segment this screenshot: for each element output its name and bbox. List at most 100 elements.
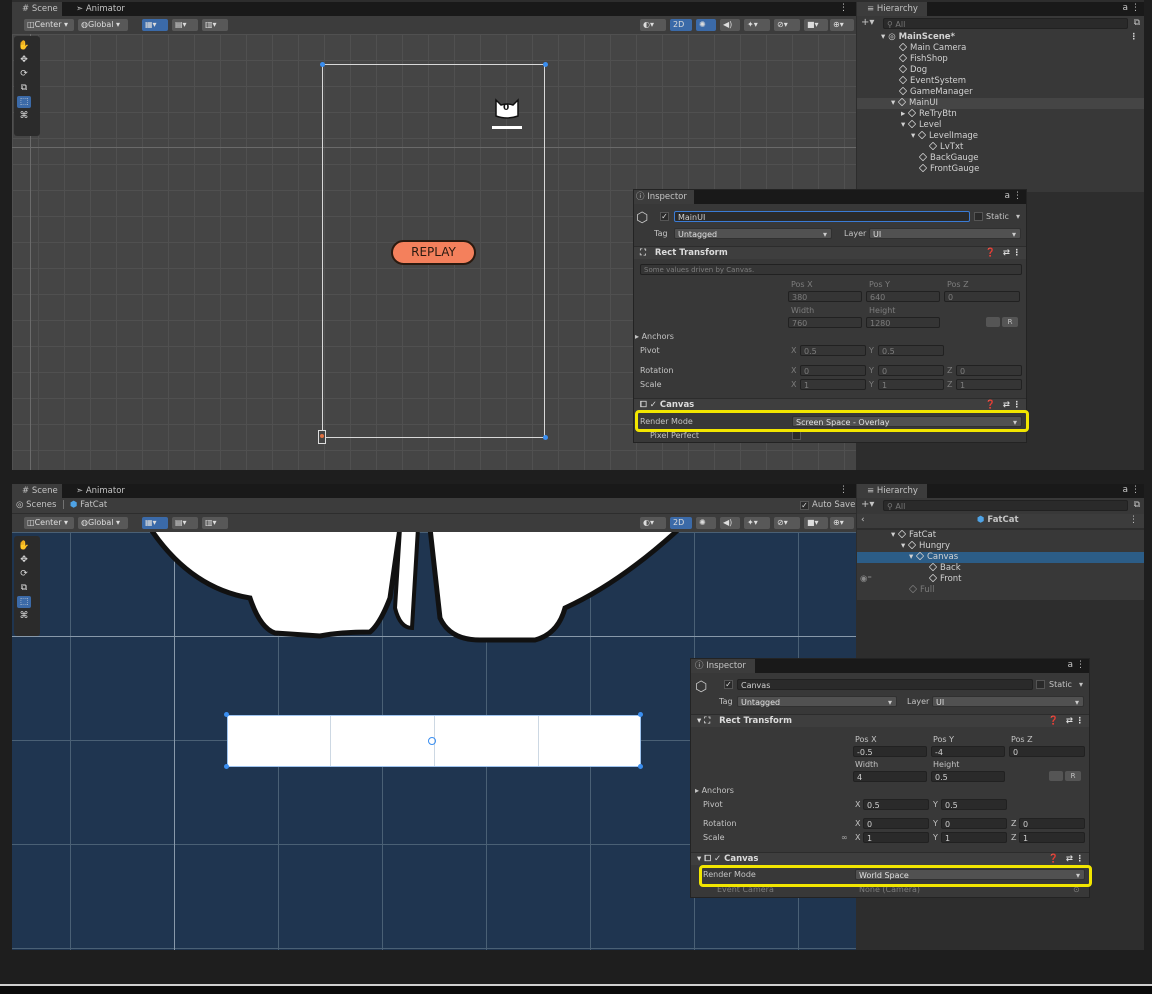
breadcrumb-prefab[interactable]: ⬢ FatCat (70, 500, 107, 510)
inspector-lock-icon[interactable]: a (1004, 191, 1010, 201)
prefab-menu-icon[interactable]: ⋮ (1129, 515, 1138, 525)
gizmos-button[interactable]: ⊕▾ (830, 517, 854, 529)
pivot-center-dropdown[interactable]: ◫Center ▾ (24, 19, 74, 31)
rect-tool-icon[interactable]: ⬚ (17, 96, 31, 108)
transform-tool-icon[interactable]: ⌘ (17, 610, 31, 622)
pivot-y-field[interactable]: 0.5 (941, 799, 1007, 810)
tab-animator[interactable]: ➣ Animator (66, 484, 136, 498)
inspector-menu-icon[interactable]: ⋮ (1076, 660, 1085, 670)
rot-x-field[interactable]: 0 (863, 818, 929, 829)
toggle-2d-button[interactable]: 2D (670, 19, 692, 31)
anchors-foldout[interactable]: ▸ Anchors (635, 332, 674, 341)
gizmos-button[interactable]: ⊕▾ (830, 19, 854, 31)
rect-handle-tl[interactable] (320, 62, 325, 67)
hidden-objects-button[interactable]: ⊘▾ (774, 517, 800, 529)
tree-item-lvtxt[interactable]: LvTxt (857, 141, 1144, 153)
hidden-objects-button[interactable]: ⊘▾ (774, 19, 800, 31)
scale-y-field[interactable]: 1 (941, 832, 1007, 843)
breadcrumb-scenes[interactable]: ◎ Scenes (16, 500, 56, 510)
rect-handle-tr[interactable] (543, 62, 548, 67)
effects-button[interactable]: ✦▾ (744, 19, 770, 31)
camera-button[interactable]: ■▾ (804, 517, 828, 529)
tree-item-canvas[interactable]: ▾ Canvas (857, 551, 1144, 563)
scene-menu-icon[interactable]: ⋮ (1130, 32, 1139, 43)
tree-item-main-camera[interactable]: Main Camera (857, 42, 1144, 54)
anchors-foldout[interactable]: ▸ Anchors (695, 786, 734, 795)
static-dropdown-arrow[interactable]: ▾ (1016, 212, 1020, 221)
rotate-tool-icon[interactable]: ⟳ (17, 68, 31, 80)
tree-item-hungry[interactable]: ▾ Hungry (857, 540, 1144, 552)
rotate-tool-icon[interactable]: ⟳ (17, 568, 31, 580)
scene-tab-menu-icon[interactable]: ⋮ (839, 485, 848, 495)
scale-tool-icon[interactable]: ⧉ (17, 82, 31, 94)
draw-mode-button[interactable]: ▥▾ (202, 517, 228, 529)
blueprint-mode-button[interactable] (1049, 771, 1063, 781)
help-icon[interactable]: ❓ (1048, 715, 1059, 728)
presets-icon[interactable]: ⇄ (1066, 715, 1073, 728)
hierarchy-search-input[interactable]: ⚲ All (883, 18, 1128, 29)
lighting-toggle-button[interactable]: ✺ (696, 517, 716, 529)
move-tool-icon[interactable]: ✥ (17, 554, 31, 566)
tab-hierarchy[interactable]: ≡ Hierarchy (857, 484, 927, 498)
tab-scene[interactable]: # Scene (12, 484, 62, 498)
hierarchy-menu-icon[interactable]: ⋮ (1131, 485, 1140, 495)
tree-item-retrybtn[interactable]: ▸ ReTryBtn (857, 108, 1144, 120)
scale-x-field[interactable]: 1 (863, 832, 929, 843)
lighting-toggle-button[interactable]: ✺ (696, 19, 716, 31)
global-dropdown[interactable]: ◍Global ▾ (78, 517, 128, 529)
rect-tool-icon[interactable]: ⬚ (17, 596, 31, 608)
pixel-perfect-checkbox[interactable] (792, 431, 801, 440)
static-checkbox[interactable] (974, 212, 983, 221)
posx-field[interactable]: -0.5 (853, 746, 927, 757)
canvas-enabled-check[interactable]: ✓ (714, 854, 721, 864)
tag-dropdown[interactable]: Untagged (737, 696, 897, 708)
component-menu-icon[interactable]: ⋮ (1076, 715, 1085, 728)
width-field[interactable]: 4 (853, 771, 927, 782)
prefab-back-icon[interactable]: ‹ (861, 515, 865, 525)
tree-item-backgauge[interactable]: BackGauge (857, 152, 1144, 164)
tab-hierarchy[interactable]: ≡ Hierarchy (857, 2, 927, 16)
tree-item-eventsystem[interactable]: EventSystem (857, 75, 1144, 87)
effects-button[interactable]: ✦▾ (744, 517, 770, 529)
active-checkbox[interactable]: ✓ (724, 680, 733, 689)
constrain-proportions-icon[interactable]: ∞ (841, 833, 848, 842)
pivot-x-field[interactable]: 0.5 (863, 799, 929, 810)
transform-tool-icon[interactable]: ⌘ (17, 110, 31, 122)
rot-y-field[interactable]: 0 (941, 818, 1007, 829)
posy-field[interactable]: -4 (931, 746, 1005, 757)
rect-transform-header[interactable]: ▾ ⛶ Rect Transform ❓ ⇄ ⋮ (691, 714, 1089, 727)
rot-z-field[interactable]: 0 (1019, 818, 1085, 829)
raw-edit-button[interactable]: R (1002, 317, 1018, 327)
move-tool-icon[interactable]: ✥ (17, 54, 31, 66)
lock-icon[interactable]: a (1122, 485, 1128, 495)
inspector-lock-icon[interactable]: a (1067, 660, 1073, 670)
active-checkbox[interactable]: ✓ (660, 212, 669, 221)
lock-icon[interactable]: a (1122, 3, 1128, 13)
global-dropdown[interactable]: ◍Global ▾ (78, 19, 128, 31)
blueprint-mode-button[interactable] (986, 317, 1000, 327)
pivot-handle[interactable] (428, 737, 436, 745)
hierarchy-menu-icon[interactable]: ⋮ (1131, 3, 1140, 13)
pivot-center-dropdown[interactable]: ◫Center ▾ (24, 517, 74, 529)
tab-scene[interactable]: # Scene (12, 2, 62, 16)
inspector-menu-icon[interactable]: ⋮ (1013, 191, 1022, 201)
tab-animator[interactable]: ➣ Animator (66, 2, 136, 16)
rect-handle-bl[interactable] (224, 764, 229, 769)
tree-item-mainui[interactable]: ▾ MainUI (857, 97, 1144, 109)
tree-item-frontgauge[interactable]: FrontGauge (857, 163, 1144, 175)
rect-transform-header[interactable]: ⛶ Rect Transform ❓ ⇄ ⋮ (634, 246, 1026, 259)
object-name-field[interactable]: Canvas (737, 679, 1033, 690)
tree-item-fatcat[interactable]: ▾ FatCat (857, 529, 1144, 541)
replay-button[interactable]: REPLAY (391, 240, 476, 265)
layer-dropdown[interactable]: UI (932, 696, 1084, 708)
layer-dropdown[interactable]: UI (869, 228, 1021, 240)
toggle-2d-button[interactable]: 2D (670, 517, 692, 529)
object-name-field[interactable]: MainUI (674, 211, 970, 222)
shading-mode-button[interactable]: ◐▾ (640, 517, 666, 529)
canvas-component-header[interactable]: ▾ ⧠ ✓ Canvas ❓ ⇄ ⋮ (691, 852, 1089, 865)
grid-snap-button[interactable]: ▦▾ (142, 517, 168, 529)
rect-handle-tl[interactable] (224, 712, 229, 717)
tree-item-back[interactable]: Back (857, 562, 1144, 574)
scene-visibility-icon[interactable]: ⧉ (1134, 500, 1140, 510)
rect-handle-br[interactable] (543, 435, 548, 440)
